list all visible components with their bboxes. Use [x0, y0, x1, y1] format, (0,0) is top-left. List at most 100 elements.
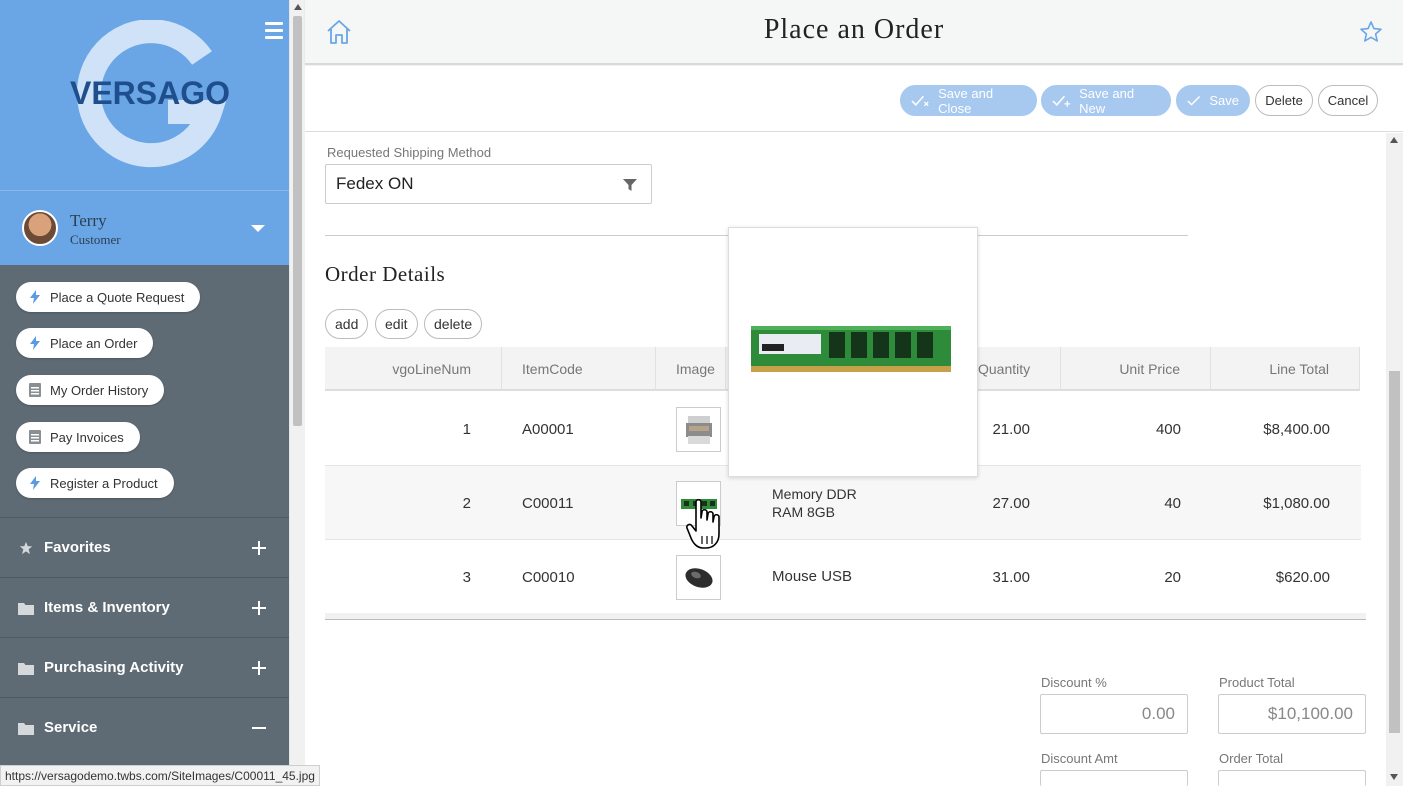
- cell-line: 2: [462, 494, 471, 512]
- cell-quantity: 21.00: [992, 420, 1030, 438]
- column-header-unit-price[interactable]: Unit Price: [1061, 347, 1211, 391]
- section-label: Favorites: [44, 539, 111, 556]
- document-icon: [28, 383, 42, 397]
- hamburger-menu-icon[interactable]: [265, 22, 283, 42]
- product-total-label: Product Total: [1219, 675, 1295, 690]
- add-line-button[interactable]: add: [325, 309, 369, 339]
- folder-icon: [18, 602, 34, 615]
- save-and-new-button[interactable]: Save and New: [1041, 85, 1171, 116]
- check-icon: [1052, 95, 1071, 107]
- lightning-icon: [28, 336, 42, 350]
- user-name: Terry: [70, 211, 107, 230]
- cell-itemcode: C00011: [522, 494, 574, 512]
- column-header-image[interactable]: Image: [656, 347, 726, 391]
- sidebar: VERSAGO Terry Customer Place a Quote Req…: [0, 0, 289, 786]
- quick-pay-invoices[interactable]: Pay Invoices: [16, 422, 140, 452]
- cell-description: Mouse USB: [772, 540, 852, 614]
- main-scrollbar[interactable]: [1386, 133, 1403, 786]
- logo-text: VERSAGO: [70, 75, 230, 111]
- table-row[interactable]: 3 C00010 Mouse USB 31.00 20 $620.00: [325, 540, 1361, 614]
- toolbar: Save and Close Save and New Save Delete …: [305, 66, 1403, 132]
- section-label: Service: [44, 719, 98, 736]
- plus-icon[interactable]: [251, 600, 267, 616]
- mouse-icon: [684, 567, 713, 588]
- favorite-star-icon[interactable]: [1359, 20, 1383, 44]
- quick-place-quote-request[interactable]: Place a Quote Request: [16, 282, 201, 312]
- column-header-line[interactable]: vgoLineNum: [325, 347, 502, 391]
- check-icon: [911, 95, 929, 106]
- section-favorites[interactable]: Favorites: [0, 517, 289, 577]
- document-icon: [28, 430, 42, 444]
- scroll-down-arrow-icon[interactable]: [1390, 774, 1398, 780]
- cell-line-total: $620.00: [1275, 568, 1330, 586]
- printer-icon: [685, 415, 712, 444]
- cell-itemcode: C00010: [522, 568, 575, 586]
- grid-horizontal-scrollbar[interactable]: [325, 613, 1366, 620]
- cell-itemcode: A00001: [522, 420, 574, 438]
- quick-label: Place an Order: [50, 335, 138, 351]
- scroll-up-arrow-icon[interactable]: [294, 4, 302, 10]
- order-details-title: Order Details: [325, 262, 446, 286]
- description-line-2: RAM 8GB: [772, 504, 836, 520]
- quick-my-order-history[interactable]: My Order History: [16, 375, 165, 405]
- button-label: Save and New: [1079, 85, 1135, 116]
- section-items-inventory[interactable]: Items & Inventory: [0, 577, 289, 637]
- chevron-down-icon[interactable]: [251, 225, 265, 232]
- cell-unit-price: 40: [1164, 494, 1181, 512]
- status-bar-url: https://versagodemo.twbs.com/SiteImages/…: [0, 765, 320, 786]
- folder-icon: [18, 662, 34, 675]
- sidebar-scrollbar[interactable]: [289, 0, 305, 786]
- filter-icon: [623, 179, 637, 191]
- printer-thumbnail[interactable]: [676, 407, 721, 452]
- user-panel[interactable]: Terry Customer: [0, 190, 289, 265]
- order-total-field: [1218, 770, 1366, 786]
- button-label: Save and Close: [938, 85, 994, 116]
- cell-unit-price: 20: [1164, 568, 1181, 586]
- main-scroll-thumb[interactable]: [1389, 371, 1400, 733]
- quick-register-a-product[interactable]: Register a Product: [16, 468, 174, 498]
- ram-icon: [680, 498, 717, 509]
- edit-line-button[interactable]: edit: [375, 309, 418, 339]
- star-icon: [19, 541, 33, 554]
- discount-amount-field[interactable]: [1040, 770, 1188, 786]
- save-and-close-button[interactable]: Save and Close: [900, 85, 1037, 116]
- folder-icon: [18, 722, 34, 735]
- column-header-itemcode[interactable]: ItemCode: [502, 347, 656, 391]
- description-line-1: Mouse USB: [772, 568, 853, 585]
- plus-icon[interactable]: [251, 540, 267, 556]
- section-label: Items & Inventory: [44, 599, 170, 616]
- memory-ram-preview-image: [751, 326, 951, 372]
- delete-line-button[interactable]: delete: [424, 309, 483, 339]
- sidebar-scroll-thumb[interactable]: [293, 16, 302, 426]
- plus-icon[interactable]: [251, 660, 267, 676]
- quick-label: My Order History: [50, 382, 149, 398]
- quick-label: Pay Invoices: [50, 429, 124, 445]
- delete-button[interactable]: Delete: [1255, 85, 1313, 116]
- section-service[interactable]: Service: [0, 697, 289, 757]
- section-label: Purchasing Activity: [44, 659, 184, 676]
- discount-percent-label: Discount %: [1041, 675, 1107, 690]
- discount-percent-field[interactable]: 0.00: [1040, 694, 1188, 734]
- user-role: Customer: [70, 232, 121, 247]
- cancel-button[interactable]: Cancel: [1318, 85, 1378, 116]
- cell-line: 1: [462, 420, 471, 438]
- shipping-method-select[interactable]: Fedex ON: [325, 164, 652, 204]
- check-icon: [1187, 95, 1201, 106]
- page-header: Place an Order: [305, 0, 1403, 65]
- scroll-up-arrow-icon[interactable]: [1390, 137, 1398, 143]
- quick-label: Place a Quote Request: [50, 289, 185, 305]
- page-title: Place an Order: [763, 14, 945, 45]
- cell-line: 3: [462, 568, 471, 586]
- minus-icon[interactable]: [251, 720, 267, 736]
- section-purchasing-activity[interactable]: Purchasing Activity: [0, 637, 289, 697]
- quick-place-an-order[interactable]: Place an Order: [16, 328, 154, 358]
- cell-line-total: $1,080.00: [1263, 494, 1330, 512]
- lightning-icon: [28, 476, 42, 490]
- mouse-thumbnail[interactable]: [676, 555, 721, 600]
- lightning-icon: [28, 290, 42, 304]
- image-preview-popup: [728, 227, 978, 477]
- save-button[interactable]: Save: [1176, 85, 1250, 116]
- column-header-line-total[interactable]: Line Total: [1211, 347, 1360, 391]
- memory-ram-thumbnail[interactable]: [676, 481, 721, 526]
- versago-logo: VERSAGO: [70, 20, 230, 168]
